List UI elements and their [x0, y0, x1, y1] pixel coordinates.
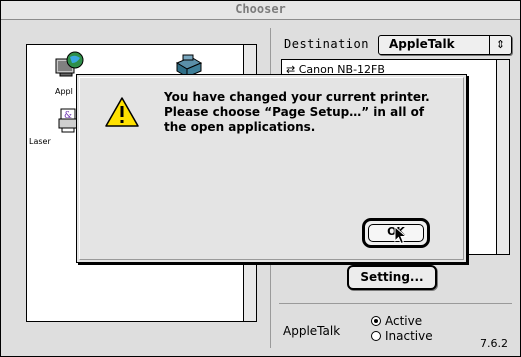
- radio-unselected-icon: [371, 331, 381, 341]
- destination-label: Destination: [284, 37, 369, 51]
- printer-list-scrollbar[interactable]: [497, 59, 510, 255]
- alert-dialog: You have changed your current printer. P…: [76, 74, 467, 263]
- appletalk-label: AppleTalk: [283, 324, 341, 338]
- radio-label: Active: [385, 314, 423, 328]
- appletalk-inactive-radio[interactable]: Inactive: [371, 329, 433, 343]
- title-bar[interactable]: Chooser: [1, 1, 520, 20]
- caution-icon: [105, 97, 139, 127]
- mouse-pointer-icon: [394, 226, 408, 245]
- setting-button[interactable]: Setting...: [347, 265, 437, 290]
- popup-arrows-icon: ⇕: [489, 36, 511, 54]
- section-divider: [279, 303, 512, 304]
- radio-label: Inactive: [385, 329, 433, 343]
- radio-selected-icon: [371, 316, 381, 326]
- alert-message: You have changed your current printer. P…: [164, 90, 430, 134]
- version-label: 7.6.2: [480, 337, 508, 350]
- destination-value: AppleTalk: [389, 37, 455, 51]
- driver-label: Laser: [29, 137, 51, 146]
- window-title: Chooser: [235, 2, 286, 16]
- driver-label: Appl: [55, 87, 73, 96]
- destination-popup[interactable]: AppleTalk ⇕: [378, 35, 512, 55]
- appletalk-active-radio[interactable]: Active: [371, 314, 422, 328]
